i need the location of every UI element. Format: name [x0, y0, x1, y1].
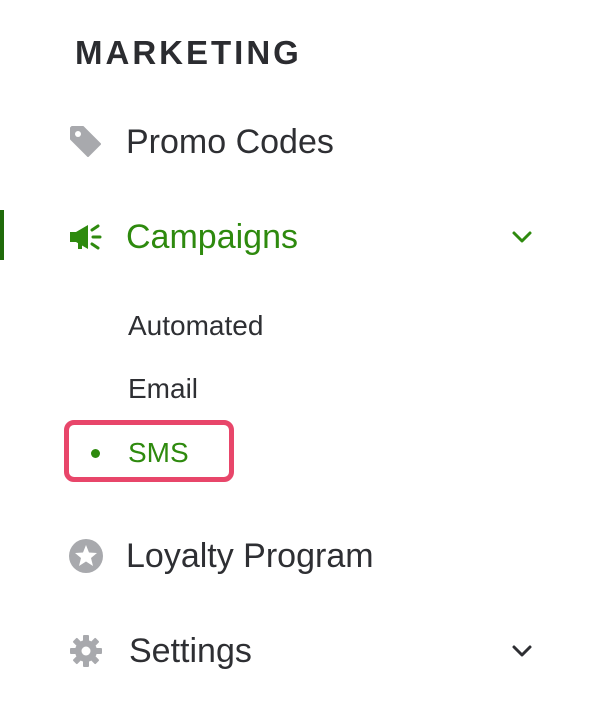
gear-icon — [66, 631, 106, 671]
sidebar-item-campaigns[interactable]: Campaigns — [0, 207, 591, 267]
sidebar-item-loyalty-program[interactable]: Loyalty Program — [0, 526, 591, 586]
megaphone-icon — [66, 217, 106, 257]
chevron-down-icon[interactable] — [506, 635, 538, 667]
tag-icon — [66, 122, 106, 162]
sub-item-sms[interactable]: SMS — [128, 437, 189, 469]
active-dot-icon — [91, 449, 100, 458]
section-title: MARKETING — [75, 34, 302, 71]
sidebar-item-label: Campaigns — [126, 217, 298, 256]
sidebar-item-promo-codes[interactable]: Promo Codes — [0, 112, 591, 172]
sub-item-email[interactable]: Email — [128, 373, 198, 405]
star-circle-icon — [66, 536, 106, 576]
chevron-down-icon[interactable] — [506, 221, 538, 253]
sidebar-item-label: Loyalty Program — [126, 536, 374, 575]
sidebar-item-label: Promo Codes — [126, 122, 334, 161]
sub-item-automated[interactable]: Automated — [128, 310, 263, 342]
sidebar-item-label: Settings — [129, 631, 252, 670]
sidebar-item-settings[interactable]: Settings — [0, 621, 591, 681]
